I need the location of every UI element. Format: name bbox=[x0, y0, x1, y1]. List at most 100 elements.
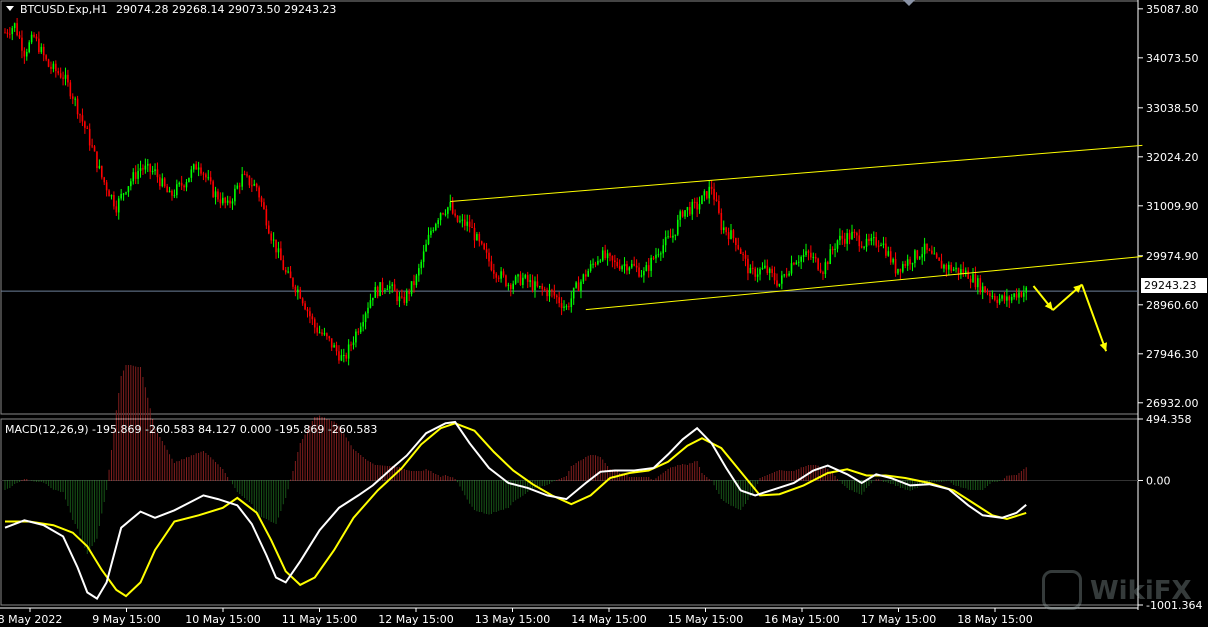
candle bbox=[817, 257, 819, 271]
candle-body bbox=[309, 311, 311, 317]
candle bbox=[1015, 288, 1018, 301]
candle-body bbox=[563, 306, 565, 308]
candle bbox=[466, 214, 469, 232]
candle bbox=[940, 253, 943, 269]
candle-body bbox=[495, 273, 498, 278]
candle bbox=[74, 96, 76, 107]
candle bbox=[468, 214, 471, 233]
candle-body bbox=[415, 275, 418, 286]
candle-body bbox=[679, 211, 681, 220]
candle bbox=[824, 258, 827, 278]
candle-body bbox=[260, 197, 263, 203]
candle-body bbox=[858, 235, 861, 247]
candle bbox=[630, 259, 633, 269]
candle bbox=[635, 259, 638, 273]
candle-body bbox=[655, 254, 657, 259]
candle bbox=[894, 252, 897, 277]
price-panel-frame bbox=[0, 0, 1139, 415]
candle-body bbox=[173, 195, 176, 197]
candle-body bbox=[241, 174, 243, 187]
candle bbox=[839, 228, 841, 246]
candle bbox=[321, 329, 323, 337]
candle-body bbox=[25, 52, 28, 57]
candle bbox=[122, 192, 125, 201]
candle-body bbox=[572, 287, 575, 299]
chart-canvas[interactable]: 35087.80 34073.50 33038.50 32024.20 31009.90… bbox=[0, 0, 1208, 627]
candle-body bbox=[1020, 292, 1023, 297]
candle bbox=[188, 177, 190, 183]
candle-body bbox=[955, 267, 957, 270]
candle-body bbox=[142, 168, 144, 170]
candle bbox=[640, 270, 643, 278]
candle-body bbox=[176, 184, 178, 196]
candle bbox=[359, 322, 362, 335]
candle-body bbox=[359, 326, 362, 333]
candle bbox=[655, 247, 657, 264]
candle-body bbox=[575, 282, 577, 288]
candle-body bbox=[277, 248, 280, 253]
candle-body bbox=[517, 274, 519, 277]
candle-body bbox=[1018, 292, 1020, 298]
candle-body bbox=[497, 277, 500, 279]
candle-body bbox=[713, 188, 715, 200]
candle-body bbox=[722, 227, 725, 231]
candle-body bbox=[217, 191, 219, 200]
candle bbox=[217, 188, 219, 202]
candle bbox=[323, 327, 326, 336]
candle bbox=[180, 175, 183, 190]
candle bbox=[880, 242, 882, 247]
candle-body bbox=[633, 263, 635, 266]
candle-body bbox=[587, 270, 590, 277]
candle-body bbox=[531, 280, 534, 291]
candle bbox=[236, 182, 239, 190]
candle bbox=[638, 262, 640, 278]
candle-body bbox=[328, 336, 331, 339]
candle bbox=[853, 229, 856, 238]
candle bbox=[582, 273, 585, 284]
candle-body bbox=[338, 351, 340, 361]
candle-body bbox=[335, 345, 338, 352]
candle-body bbox=[739, 248, 742, 254]
candle-body bbox=[889, 251, 892, 263]
candle bbox=[974, 266, 977, 290]
candle bbox=[841, 230, 844, 245]
candle-body bbox=[197, 167, 200, 170]
price-tick-label: 34073.50 bbox=[1146, 52, 1199, 65]
candle-body bbox=[425, 244, 427, 252]
candle-body bbox=[1010, 296, 1013, 301]
candle bbox=[449, 194, 452, 211]
candle bbox=[451, 197, 454, 215]
candle bbox=[570, 291, 573, 313]
candle bbox=[347, 339, 350, 366]
candle bbox=[517, 273, 519, 283]
candle bbox=[706, 191, 708, 200]
candle bbox=[597, 256, 599, 266]
candle-body bbox=[413, 281, 415, 286]
candle-body bbox=[974, 274, 977, 288]
candle-body bbox=[686, 207, 689, 211]
candle bbox=[722, 220, 725, 234]
candle-body bbox=[674, 234, 677, 236]
candle-body bbox=[882, 243, 885, 245]
candle-body bbox=[449, 202, 452, 208]
candle bbox=[546, 287, 548, 302]
candle-body bbox=[918, 257, 921, 259]
candle-body bbox=[863, 246, 865, 248]
candle-body bbox=[251, 185, 253, 187]
candle-body bbox=[502, 271, 505, 276]
candle bbox=[246, 171, 248, 178]
candle-body bbox=[730, 230, 732, 239]
candle bbox=[161, 173, 164, 188]
candle-body bbox=[1023, 292, 1025, 297]
candle bbox=[509, 283, 512, 297]
candle-body bbox=[534, 281, 536, 291]
candle-body bbox=[282, 260, 285, 270]
candle-body bbox=[764, 265, 766, 268]
candle-body bbox=[321, 332, 323, 335]
candle bbox=[309, 307, 311, 324]
candle bbox=[45, 54, 47, 62]
candle-body bbox=[16, 23, 18, 36]
candle-body bbox=[822, 272, 824, 275]
candle-body bbox=[512, 283, 514, 290]
candle bbox=[684, 210, 686, 220]
